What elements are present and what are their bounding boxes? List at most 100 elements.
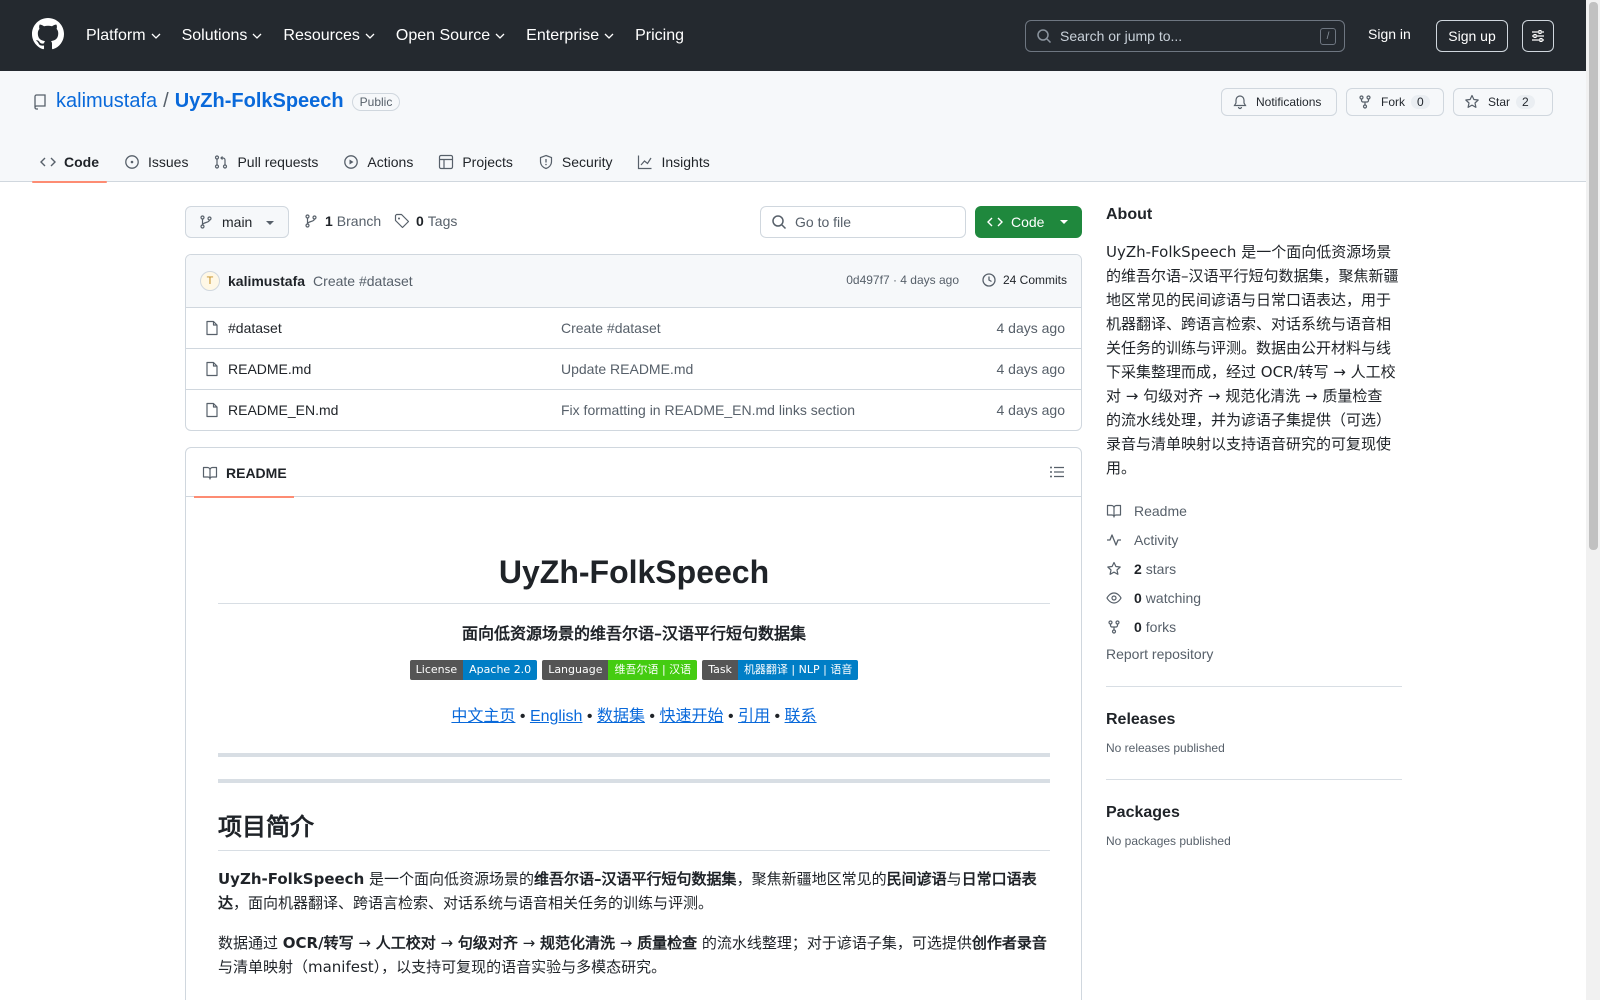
command-palette-button[interactable] (1522, 20, 1554, 52)
file-row[interactable]: README_EN.md Fix formatting in README_EN… (186, 390, 1081, 430)
text: 的流水线整理；对于谚语子集，可选提供 (697, 934, 972, 952)
releases-title[interactable]: Releases (1106, 711, 1402, 729)
tab-projects[interactable]: Projects (430, 141, 521, 182)
file-name-link[interactable]: #dataset (228, 320, 282, 336)
nav-solutions[interactable]: Solutions (182, 27, 263, 45)
github-logo-icon[interactable] (32, 18, 64, 50)
sign-up-button[interactable]: Sign up (1436, 20, 1508, 52)
task-badge[interactable]: Task 机器翻译 | NLP | 语音 (702, 660, 859, 680)
star-button[interactable]: Star 2 (1453, 88, 1553, 116)
packages-title[interactable]: Packages (1106, 804, 1402, 822)
pipeline-paragraph: 数据通过 OCR/转写 → 人工校对 → 句级对齐 → 规范化清洗 → 质量检查… (218, 931, 1050, 979)
tab-security[interactable]: Security (530, 141, 621, 182)
badge-right: Apache 2.0 (463, 660, 538, 680)
code-dropdown-button[interactable]: Code (975, 206, 1082, 238)
global-nav: Platform Solutions Resources Open Source… (86, 0, 705, 71)
branch-name: main (222, 214, 253, 230)
readme-body: UyZh-FolkSpeech 面向低资源场景的维吾尔语–汉语平行短句数据集 L… (218, 497, 1050, 1000)
tab-issues[interactable]: Issues (116, 141, 196, 182)
activity-link-label: Activity (1134, 531, 1179, 548)
chevron-down-icon (151, 33, 161, 39)
activity-link[interactable]: Activity (1106, 525, 1402, 554)
commit-author-link[interactable]: kalimustafa (228, 273, 305, 289)
nav-platform[interactable]: Platform (86, 27, 161, 45)
link-chinese-home[interactable]: 中文主页 (451, 708, 515, 725)
tab-pull-requests[interactable]: Pull requests (205, 141, 326, 182)
strong-text: 质量检查 (637, 934, 698, 952)
link-citation[interactable]: 引用 (738, 708, 770, 725)
strong-text: 创作者录音 (971, 934, 1047, 952)
file-commit-date: 4 days ago (996, 361, 1066, 377)
commit-message-link[interactable]: Create #dataset (313, 273, 413, 289)
strong-text: UyZh-FolkSpeech (218, 870, 365, 888)
tag-count: 0 (416, 213, 424, 229)
intro-paragraph: UyZh-FolkSpeech 是一个面向低资源场景的维吾尔语–汉语平行短句数据… (218, 867, 1050, 915)
text: ，聚焦新疆地区常见的 (736, 870, 887, 888)
license-badge[interactable]: License Apache 2.0 (409, 660, 538, 680)
watching-link[interactable]: 0 watching (1106, 583, 1402, 612)
tab-insights[interactable]: Insights (629, 141, 717, 182)
file-commit-message-link[interactable]: Create #dataset (561, 320, 661, 336)
book-icon (202, 466, 218, 480)
readme-subtitle: 面向低资源场景的维吾尔语–汉语平行短句数据集 (461, 624, 806, 643)
nav-pricing[interactable]: Pricing (635, 27, 684, 45)
commits-history-link[interactable]: 24 Commits (981, 272, 1067, 288)
branches-link[interactable]: 1 Branch (303, 213, 381, 229)
git-pull-request-icon (215, 154, 228, 169)
file-name-link[interactable]: README_EN.md (228, 402, 338, 418)
global-search-input[interactable]: Search or jump to... / (1025, 20, 1345, 52)
arrow: → (435, 934, 458, 952)
readme-tab-label: README (226, 464, 287, 481)
file-row[interactable]: #dataset Create #dataset 4 days ago (186, 308, 1081, 349)
sign-in-link[interactable]: Sign in (1368, 26, 1411, 42)
play-icon (344, 154, 359, 169)
nav-enterprise[interactable]: Enterprise (526, 27, 614, 45)
nav-resources[interactable]: Resources (283, 27, 375, 45)
go-to-file-input[interactable]: Go to file (760, 206, 966, 238)
link-english[interactable]: English (530, 708, 582, 725)
chevron-down-icon (495, 33, 505, 39)
branch-select-button[interactable]: main (185, 206, 289, 238)
git-branch-icon (200, 215, 212, 229)
fork-label: Fork (1381, 95, 1405, 109)
readme-link-label: Readme (1134, 502, 1187, 519)
notifications-button[interactable]: Notifications (1221, 88, 1337, 116)
repo-owner-link[interactable]: kalimustafa (56, 90, 157, 113)
file-commit-date: 4 days ago (996, 320, 1066, 336)
badge-left: Task (702, 660, 738, 680)
stars-link[interactable]: 2 stars (1106, 554, 1402, 583)
page-scrollbar-thumb[interactable] (1589, 2, 1598, 550)
repo-name-link[interactable]: UyZh-FolkSpeech (175, 90, 344, 113)
link-contact[interactable]: 联系 (785, 708, 817, 725)
readme-nav-links: 中文主页 • English • 数据集 • 快速开始 • 引用 • 联系 (218, 702, 1050, 726)
strong-text: 规范化清洗 (539, 934, 615, 952)
notifications-label: Notifications (1256, 95, 1322, 109)
report-repository-link[interactable]: Report repository (1106, 646, 1402, 662)
readme-tab[interactable]: README (194, 448, 294, 498)
file-commit-message-link[interactable]: Update README.md (561, 361, 693, 377)
file-name-link[interactable]: README.md (228, 361, 311, 377)
avatar[interactable]: T (200, 271, 220, 291)
readme-link[interactable]: Readme (1106, 496, 1402, 525)
global-header: Platform Solutions Resources Open Source… (0, 0, 1600, 71)
fork-button[interactable]: Fork 0 (1346, 88, 1444, 116)
nav-open-source[interactable]: Open Source (396, 27, 505, 45)
nav-open-source-label: Open Source (395, 26, 491, 44)
tab-issues-label: Issues (148, 153, 189, 170)
file-row[interactable]: README.md Update README.md 4 days ago (186, 349, 1081, 390)
issue-opened-icon (125, 154, 139, 169)
repo-path-separator: / (163, 90, 169, 112)
strong-text: 维吾尔语–汉语平行短句数据集 (534, 870, 737, 888)
list-unordered-icon[interactable] (1049, 464, 1065, 480)
link-dataset[interactable]: 数据集 (597, 708, 645, 725)
shield-icon (539, 154, 553, 169)
link-quick-start[interactable]: 快速开始 (659, 708, 723, 725)
forks-link[interactable]: 0 forks (1106, 612, 1402, 641)
releases-section: Releases No releases published (1106, 711, 1402, 755)
language-badge[interactable]: Language 维吾尔语 | 汉语 (542, 660, 698, 680)
tab-code[interactable]: Code (32, 141, 107, 183)
watching-count: 0 (1134, 589, 1142, 606)
tags-link[interactable]: 0 Tags (394, 213, 457, 229)
tab-actions[interactable]: Actions (335, 141, 421, 182)
file-commit-message-link[interactable]: Fix formatting in README_EN.md links sec… (561, 402, 855, 418)
